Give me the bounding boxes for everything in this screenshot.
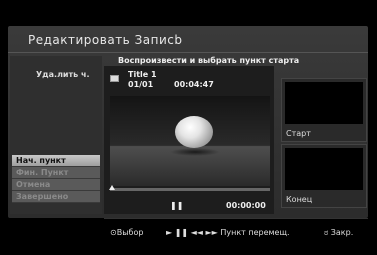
ball-image bbox=[175, 116, 213, 148]
menu-item-done: Завершено bbox=[12, 191, 100, 203]
screen: Редактировать Записb Уда.лить ч. Нач. пу… bbox=[0, 0, 377, 255]
start-thumbnail[interactable]: Старт bbox=[281, 78, 367, 142]
duration: 00:04:47 bbox=[174, 80, 214, 89]
pause-icon: ❚❚ bbox=[170, 201, 184, 210]
end-thumbnail-preview bbox=[285, 148, 363, 190]
footer-divider bbox=[104, 218, 368, 219]
progress-bar[interactable] bbox=[110, 188, 270, 191]
header-divider bbox=[8, 52, 368, 53]
menu-item-cancel: Отмена bbox=[12, 179, 100, 191]
start-label: Старт bbox=[286, 129, 311, 138]
film-icon bbox=[110, 75, 119, 82]
ball-shadow bbox=[170, 148, 220, 156]
chapter-counter: 01/01 bbox=[128, 80, 154, 89]
end-thumbnail[interactable]: Конец bbox=[281, 144, 367, 208]
select-hint: ⊙Выбор bbox=[110, 228, 144, 237]
video-title: Title 1 bbox=[128, 70, 157, 79]
position-marker-icon bbox=[109, 185, 115, 190]
menu-item-end-point: Фин. Пункт bbox=[12, 167, 100, 179]
close-hint[interactable]: ಠ Закр. bbox=[324, 228, 353, 238]
delete-chapter-label[interactable]: Уда.лить ч. bbox=[36, 70, 90, 79]
timecode: 00:00:00 bbox=[226, 201, 266, 210]
instruction-text: Воспроизвести и выбрать пункт старта bbox=[118, 56, 300, 65]
menu-item-start-point[interactable]: Нач. пункт bbox=[12, 155, 100, 167]
page-title: Редактировать Записb bbox=[28, 33, 183, 47]
end-label: Конец bbox=[286, 195, 313, 204]
start-thumbnail-preview bbox=[285, 82, 363, 124]
playback-hint: ► ❚❚ ◄◄ ►► Пункт перемещ. bbox=[166, 228, 290, 237]
